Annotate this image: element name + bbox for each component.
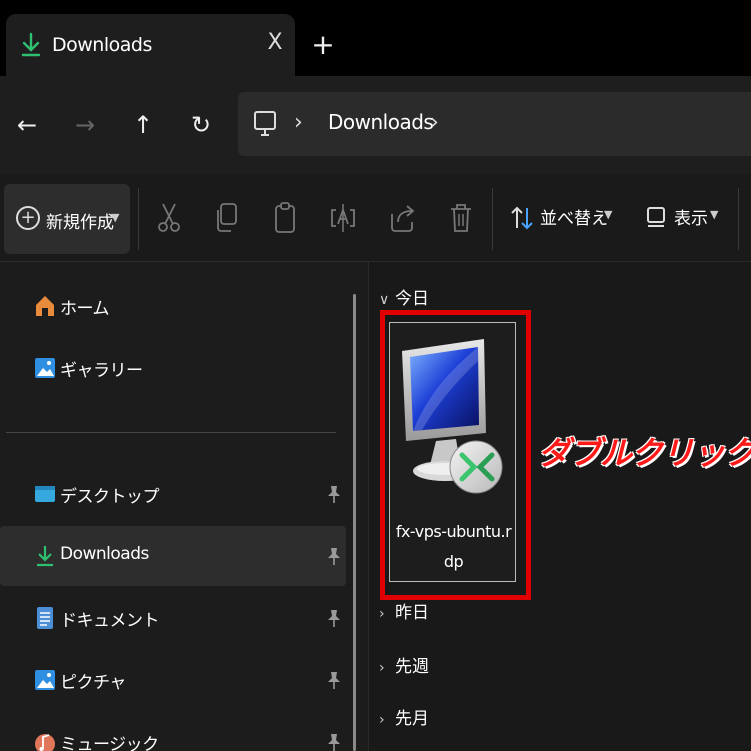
- sidebar-item-label: ドキュメント: [60, 611, 160, 631]
- sort-icon: [511, 206, 533, 230]
- sidebar-scrollbar[interactable]: [353, 294, 356, 751]
- cut-icon[interactable]: [154, 200, 184, 236]
- sidebar-item-label: ギャラリー: [60, 361, 143, 381]
- sidebar-item-gallery[interactable]: ギャラリー: [0, 338, 346, 398]
- sidebar-item-label: デスクトップ: [60, 487, 160, 507]
- group-label: 今日: [395, 289, 429, 309]
- chevron-down-icon: ▼: [111, 211, 120, 224]
- copy-icon[interactable]: [212, 200, 242, 236]
- view-icon: [647, 207, 665, 227]
- pin-icon[interactable]: [326, 670, 342, 690]
- breadcrumb-separator[interactable]: ›: [430, 110, 439, 135]
- sidebar-item-documents[interactable]: ドキュメント: [0, 588, 346, 648]
- tab-downloads[interactable]: Downloads X: [6, 14, 295, 76]
- home-icon: [36, 296, 54, 316]
- sort-label: 並べ替え: [540, 209, 608, 229]
- view-label: 表示: [674, 209, 708, 229]
- gallery-icon: [35, 358, 55, 378]
- address-bar[interactable]: › Downloads ›: [238, 92, 751, 156]
- new-button-label: 新規作成: [46, 213, 114, 233]
- close-tab-button[interactable]: X: [264, 30, 286, 56]
- rename-icon[interactable]: [328, 200, 358, 236]
- group-header-yesterday[interactable]: › 昨日: [379, 598, 429, 623]
- sidebar-item-music[interactable]: ミュージック: [0, 712, 346, 751]
- refresh-button[interactable]: ↻: [184, 108, 218, 142]
- group-header-today[interactable]: ∨ 今日: [379, 284, 429, 309]
- sidebar-item-home[interactable]: ホーム: [0, 276, 346, 336]
- tab-bar: Downloads X +: [0, 0, 751, 76]
- forward-button[interactable]: →: [68, 108, 102, 142]
- breadcrumb-downloads[interactable]: Downloads: [328, 110, 434, 134]
- annotation-label: ダブルクリック: [538, 434, 751, 472]
- desktop-folder-icon: [35, 486, 55, 502]
- breadcrumb-separator[interactable]: ›: [294, 110, 303, 135]
- group-label: 先月: [395, 709, 429, 729]
- pin-icon[interactable]: [326, 484, 342, 504]
- pin-icon[interactable]: [326, 732, 342, 751]
- paste-icon[interactable]: [270, 200, 300, 236]
- group-label: 昨日: [395, 603, 429, 623]
- view-button[interactable]: 表示 ▼: [646, 204, 726, 234]
- chevron-down-icon: ∨: [379, 292, 390, 308]
- downloads-icon: [21, 32, 41, 57]
- highlight-box: [380, 310, 531, 600]
- group-label: 先週: [395, 657, 429, 677]
- chevron-right-icon: ›: [379, 660, 385, 676]
- pictures-icon: [35, 670, 55, 690]
- this-pc-icon: [254, 111, 276, 136]
- sort-button[interactable]: 並べ替え ▼: [510, 204, 614, 234]
- toolbar-divider: [138, 188, 139, 250]
- navigation-pane: ホーム ギャラリー デスクトップ Downloads ドキュメント ピクチャ ミ…: [0, 262, 368, 751]
- plus-icon: +: [16, 206, 40, 230]
- sidebar-item-label: ミュージック: [60, 735, 159, 751]
- tab-title: Downloads: [52, 34, 152, 56]
- chevron-down-icon: ▼: [604, 208, 613, 221]
- sidebar-item-downloads[interactable]: Downloads: [0, 526, 346, 586]
- pin-icon[interactable]: [326, 608, 342, 628]
- sidebar-item-label: ホーム: [60, 299, 110, 319]
- sidebar-item-pictures[interactable]: ピクチャ: [0, 650, 346, 710]
- group-header-last-month[interactable]: › 先月: [379, 704, 429, 729]
- sidebar-divider: [6, 432, 336, 433]
- delete-icon[interactable]: [446, 200, 476, 236]
- share-icon[interactable]: [388, 200, 418, 236]
- navigation-bar: ← → ↑ ↻ › Downloads ›: [0, 76, 751, 174]
- sidebar-item-label: Downloads: [60, 544, 149, 564]
- group-header-last-week[interactable]: › 先週: [379, 652, 429, 677]
- command-bar: + 新規作成 ▼ 並べ替え ▼ 表示 ▼: [0, 174, 751, 262]
- up-button[interactable]: ↑: [126, 108, 160, 142]
- music-icon: [35, 734, 55, 751]
- toolbar-divider: [492, 188, 493, 250]
- documents-icon: [37, 607, 53, 629]
- pin-icon[interactable]: [326, 546, 342, 566]
- toolbar-divider: [738, 188, 739, 250]
- back-button[interactable]: ←: [10, 108, 44, 142]
- new-button[interactable]: + 新規作成 ▼: [4, 184, 130, 254]
- chevron-down-icon: ▼: [710, 208, 719, 221]
- chevron-right-icon: ›: [379, 606, 385, 622]
- sidebar-item-desktop[interactable]: デスクトップ: [0, 464, 346, 524]
- sidebar-item-label: ピクチャ: [60, 673, 126, 693]
- new-tab-button[interactable]: +: [310, 30, 336, 60]
- downloads-icon: [37, 546, 53, 567]
- chevron-right-icon: ›: [379, 712, 385, 728]
